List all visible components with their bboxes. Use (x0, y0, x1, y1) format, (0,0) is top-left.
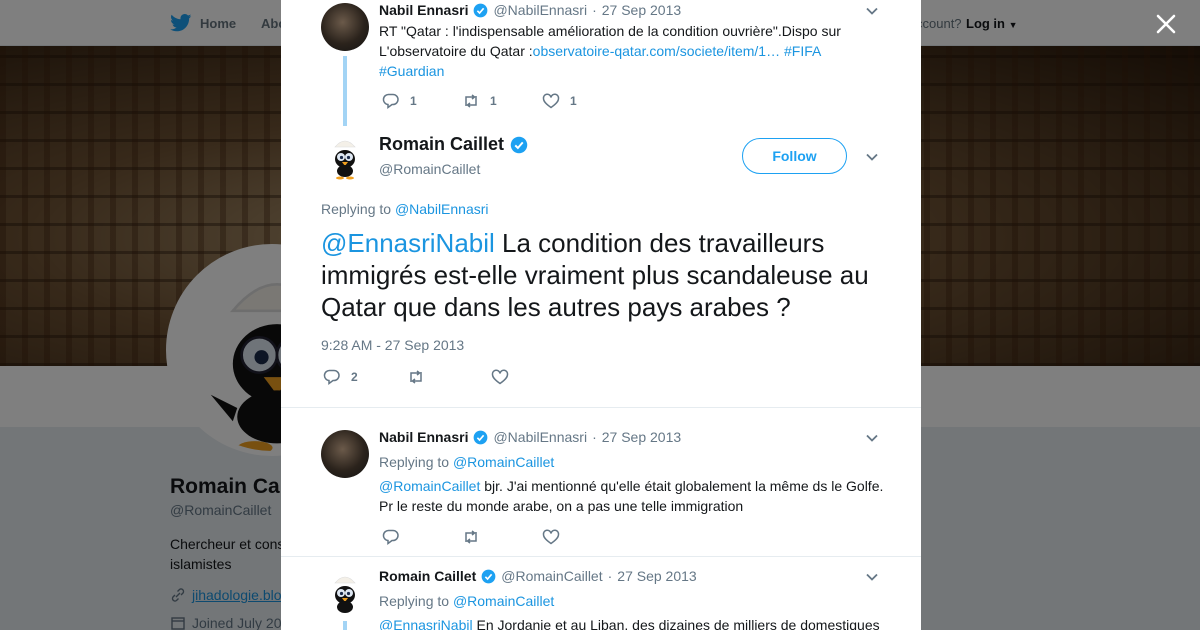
retweet-button[interactable] (462, 528, 542, 546)
author-name[interactable]: Nabil Ennasri (379, 429, 468, 445)
avatar[interactable] (321, 569, 369, 617)
replying-to-user-link[interactable]: @RomainCaillet (453, 454, 554, 470)
replying-to: Replying to @RomainCaillet (379, 454, 554, 470)
verified-badge-icon (481, 569, 496, 583)
like-button[interactable]: 1 (542, 92, 622, 110)
thread-connector-line (343, 56, 347, 126)
tweet-date[interactable]: 27 Sep 2013 (602, 2, 681, 18)
reply-icon (382, 529, 399, 545)
tweet-timestamp[interactable]: 9:28 AM - 27 Sep 2013 (321, 337, 464, 353)
tweet-link[interactable]: observatoire-qatar.com/societe/item/1… (533, 43, 780, 59)
separator-dot: · (592, 429, 597, 445)
calimero-avatar-icon (334, 576, 356, 613)
verified-badge-icon (474, 430, 488, 444)
like-button[interactable] (491, 368, 575, 386)
tweet-header: Nabil Ennasri @NabilEnnasri · 27 Sep 201… (379, 2, 681, 18)
avatar[interactable] (321, 430, 369, 478)
mention-link[interactable]: @RomainCaillet (379, 478, 480, 494)
reply-button[interactable]: 2 (323, 368, 407, 386)
like-icon (491, 369, 509, 385)
retweet-icon (410, 370, 422, 384)
tweet-text: @RomainCaillet bjr. J'ai mentionné qu'el… (379, 476, 884, 516)
reply-icon (323, 369, 340, 385)
chevron-down-icon[interactable] (865, 4, 879, 18)
reply-count: 2 (351, 370, 358, 384)
chevron-down-icon[interactable] (865, 570, 879, 584)
divider (281, 407, 921, 408)
author-name[interactable]: Nabil Ennasri (379, 2, 468, 18)
mention-link[interactable]: @EnnasriNabil (321, 228, 495, 258)
chevron-down-icon[interactable] (865, 431, 879, 445)
replying-to: Replying to @RomainCaillet (379, 593, 554, 609)
avatar[interactable] (321, 3, 369, 51)
main-tweet-text: @EnnasriNabil La condition des travaille… (321, 227, 881, 323)
tweet-date[interactable]: 27 Sep 2013 (602, 429, 681, 445)
author-handle[interactable]: @NabilEnnasri (493, 429, 587, 445)
reply-button[interactable]: 1 (382, 92, 462, 110)
tweet-header: Nabil Ennasri @NabilEnnasri · 27 Sep 201… (379, 429, 681, 445)
retweet-icon (465, 94, 477, 108)
separator-dot: · (592, 2, 597, 18)
main-tweet-author[interactable]: Romain Caillet (379, 134, 528, 155)
close-icon[interactable] (1152, 10, 1180, 38)
author-handle[interactable]: @RomainCaillet (379, 161, 480, 177)
replying-to-prefix: Replying to (379, 454, 450, 470)
retweet-button[interactable]: 1 (462, 92, 542, 110)
replying-to-user-link[interactable]: @RomainCaillet (453, 593, 554, 609)
verified-badge-icon (510, 136, 528, 153)
separator-dot: · (607, 568, 613, 584)
reply-button[interactable] (382, 528, 462, 546)
like-button[interactable] (542, 528, 622, 546)
replying-to: Replying to @NabilEnnasri (321, 201, 489, 217)
tweet-actions: 1 1 1 (382, 92, 622, 110)
main-tweet-actions: 2 (323, 368, 575, 386)
author-handle[interactable]: @RomainCaillet (501, 568, 602, 584)
like-icon (542, 529, 560, 545)
mention-link[interactable]: @EnnasriNabil (379, 617, 473, 630)
tweet-header: Romain Caillet @RomainCaillet · 27 Sep 2… (379, 568, 697, 584)
retweet-icon (465, 530, 477, 544)
tweet-text-body: En Jordanie et au Liban, des dizaines de… (472, 617, 880, 630)
reply-count: 1 (410, 94, 417, 108)
verified-badge-icon (474, 3, 488, 17)
replying-to-user-link[interactable]: @NabilEnnasri (395, 201, 489, 217)
divider (281, 556, 921, 557)
author-name: Romain Caillet (379, 134, 505, 154)
thread-connector-line (343, 621, 347, 630)
chevron-down-icon[interactable] (865, 150, 879, 164)
retweet-button[interactable] (407, 368, 491, 386)
like-count: 1 (570, 94, 577, 108)
author-handle[interactable]: @NabilEnnasri (493, 2, 587, 18)
replying-to-prefix: Replying to (321, 201, 392, 217)
tweet-text: @EnnasriNabil En Jordanie et au Liban, d… (379, 615, 884, 630)
tweet-permalink-modal: Nabil Ennasri @NabilEnnasri · 27 Sep 201… (281, 0, 921, 630)
tweet-text: RT "Qatar : l'indispensable amélioration… (379, 21, 884, 81)
reply-icon (382, 93, 399, 109)
author-name[interactable]: Romain Caillet (379, 568, 476, 584)
hashtag-link[interactable]: #Guardian (379, 63, 444, 79)
avatar[interactable] (321, 133, 369, 181)
hashtag-link[interactable]: #FIFA (784, 43, 821, 59)
like-icon (542, 93, 560, 109)
tweet-actions (382, 528, 622, 546)
tweet-date[interactable]: 27 Sep 2013 (617, 568, 696, 584)
retweet-count: 1 (490, 94, 497, 108)
follow-button[interactable]: Follow (742, 138, 847, 174)
replying-to-prefix: Replying to (379, 593, 450, 609)
calimero-avatar-icon (334, 140, 356, 180)
